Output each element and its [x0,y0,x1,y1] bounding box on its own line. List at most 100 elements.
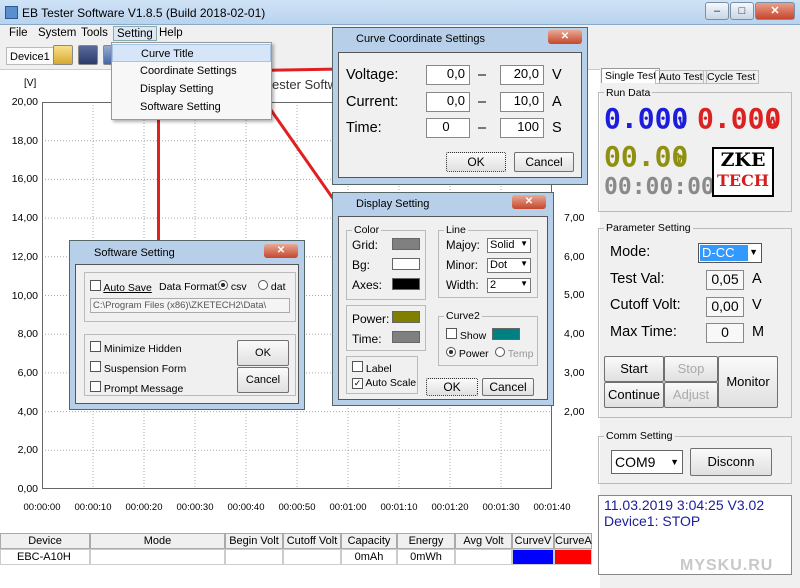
mode-select[interactable]: D-CC ▼ [698,243,762,263]
current-unit: A [552,94,562,110]
prompt-message-checkbox-box[interactable] [90,381,101,392]
y-tick-label: 2,00 [17,444,38,457]
com-port-select[interactable]: COM9 ▼ [611,450,683,474]
table-header[interactable]: Begin Volt [225,533,283,549]
coordinate-ok-button[interactable]: OK [446,152,506,172]
adjust-button[interactable]: Adjust [664,382,718,408]
bg-color-swatch[interactable] [392,258,420,270]
cutoff-volt-field[interactable]: 0,00 [706,297,744,317]
minor-value: Dot [490,259,508,271]
table-header[interactable]: Energy [397,533,455,549]
current-min-field[interactable]: 0,0 [426,92,470,112]
csv-radio-button[interactable] [218,280,228,290]
autoscale-checkbox-box[interactable]: ✓ [352,378,363,389]
table-header[interactable]: Mode [90,533,225,549]
software-cancel-button[interactable]: Cancel [237,367,289,393]
table-header[interactable]: Capacity [341,533,397,549]
show-checkbox-box[interactable] [446,328,457,339]
time-label: Time: [346,120,382,136]
tab-single-test[interactable]: Single Test [601,68,661,83]
current-label: Current: [346,94,399,110]
menu-help[interactable]: Help [156,26,186,41]
chevron-down-icon: ▼ [520,279,528,288]
software-dialog-close-button[interactable]: ✕ [264,244,298,258]
monitor-button[interactable]: Monitor [718,356,778,408]
minimize-button[interactable]: – [705,2,729,20]
width-select[interactable]: 2 ▼ [487,278,531,293]
software-ok-button[interactable]: OK [237,340,289,366]
menu-system[interactable]: System [35,26,79,41]
prompt-message-checkbox[interactable]: Prompt Message [90,381,183,395]
menu-file[interactable]: File [6,26,31,41]
dat-radio[interactable]: dat [258,280,286,293]
save-icon[interactable] [78,45,98,65]
open-folder-icon[interactable] [53,45,73,65]
menu-setting[interactable]: Setting [113,26,157,41]
table-cell [283,549,341,565]
dat-radio-button[interactable] [258,280,268,290]
disconn-button[interactable]: Disconn [690,448,772,476]
suspension-form-checkbox[interactable]: Suspension Form [90,361,186,375]
auto-save-checkbox-box[interactable] [90,280,101,291]
table-header[interactable]: Cutoff Volt [283,533,341,549]
menu-item-coordinate-settings[interactable]: Coordinate Settings [112,62,271,80]
tab-cycle-test[interactable]: Cycle Test [703,70,760,84]
axes-color-swatch[interactable] [392,278,420,290]
display-dialog-close-button[interactable]: ✕ [512,195,546,209]
test-val-field[interactable]: 0,05 [706,270,744,290]
coordinate-dialog-close-button[interactable]: ✕ [548,30,582,44]
autoscale-checkbox[interactable]: ✓ Auto Scale [352,377,416,389]
coordinate-cancel-button[interactable]: Cancel [514,152,574,172]
minor-label: Minor: [446,260,478,272]
menu-item-display-setting[interactable]: Display Setting [112,80,271,98]
table-header[interactable]: CurveA [554,533,592,549]
suspension-form-checkbox-box[interactable] [90,361,101,372]
data-path-field[interactable]: C:\Program Files (x86)\ZKETECH2\Data\ [90,298,290,313]
temp-radio[interactable]: Temp [495,347,533,360]
grid-color-swatch[interactable] [392,238,420,250]
menu-tools[interactable]: Tools [78,26,111,41]
label-checkbox-box[interactable] [352,361,363,372]
minor-select[interactable]: Dot ▼ [487,258,531,273]
time-color-swatch[interactable] [392,331,420,343]
power-radio[interactable]: Power [446,347,489,360]
device-tab[interactable]: Device1 [6,47,54,65]
table-header[interactable]: CurveV [512,533,554,549]
minimize-hidden-checkbox-box[interactable] [90,341,101,352]
csv-radio[interactable]: csv [218,280,247,293]
show-checkbox[interactable]: Show [446,328,486,342]
time-min-field[interactable]: 0 [426,118,470,138]
display-cancel-button[interactable]: Cancel [482,378,534,396]
table-header[interactable]: Avg Volt [455,533,512,549]
current-max-field[interactable]: 10,0 [500,92,544,112]
display-ok-button[interactable]: OK [426,378,478,396]
tab-auto-test[interactable]: Auto Test [655,70,707,84]
time-max-field[interactable]: 100 [500,118,544,138]
temp-radio-button[interactable] [495,347,505,357]
voltage-max-field[interactable]: 20,0 [500,65,544,85]
curve2-color-swatch[interactable] [492,328,520,340]
start-button[interactable]: Start [604,356,664,382]
menu-item-software-setting[interactable]: Software Setting [112,98,271,116]
menu-item-curve-title[interactable]: Curve Title [112,44,271,62]
mode-label: Mode: [610,244,651,260]
table-cell: 0mAh [341,549,397,565]
power-radio-button[interactable] [446,347,456,357]
chart-title-partial: ester Softw [272,77,338,92]
current-unit: A [768,114,778,132]
continue-button[interactable]: Continue [604,382,664,408]
table-header[interactable]: Device [0,533,90,549]
minimize-hidden-checkbox[interactable]: Minimize Hidden [90,341,182,355]
power-color-swatch[interactable] [392,311,420,323]
stop-button[interactable]: Stop [664,356,718,382]
maximize-button[interactable]: □ [730,2,754,20]
majoy-select[interactable]: Solid ▼ [487,238,531,253]
line-group-label: Line [444,224,468,236]
voltage-min-field[interactable]: 0,0 [426,65,470,85]
label-checkbox[interactable]: Label [352,361,392,375]
max-time-field[interactable]: 0 [706,323,744,343]
y-tick-label: 18,00 [11,134,38,147]
auto-save-checkbox[interactable]: Auto Save [90,280,152,294]
show-label: Show [459,330,487,342]
close-button[interactable]: ✕ [755,2,795,20]
